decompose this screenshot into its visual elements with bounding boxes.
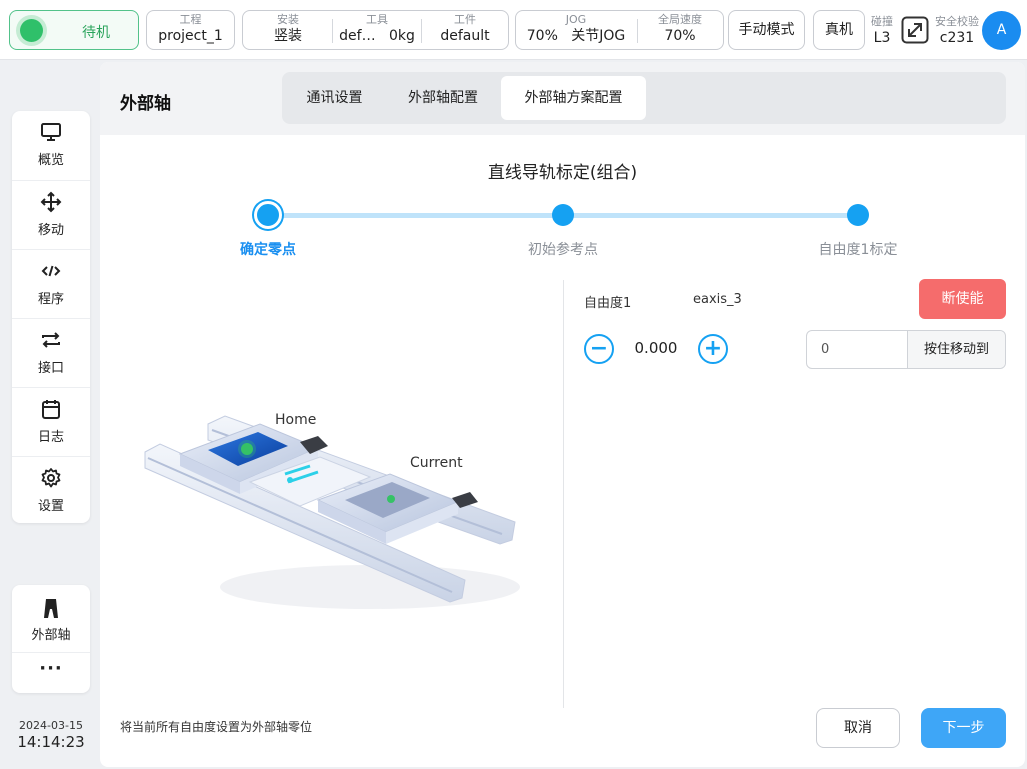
jog-speed-group[interactable]: JOG 70% 关节JOG 全局速度 70% bbox=[515, 10, 724, 50]
step-3-label: 自由度1标定 bbox=[818, 242, 898, 258]
jog-label: JOG bbox=[565, 13, 587, 26]
workpiece-cell[interactable]: 工件 default bbox=[421, 11, 509, 49]
install-label: 安装 bbox=[277, 13, 299, 26]
step-2-label: 初始参考点 bbox=[528, 242, 598, 258]
sidebar-item-label: 概览 bbox=[37, 153, 64, 168]
sidebar-item-overview[interactable]: 概览 bbox=[12, 111, 90, 180]
sidebar-item-interface[interactable]: 接口 bbox=[12, 318, 90, 387]
tool-value: def… 0kg bbox=[333, 28, 421, 45]
cancel-button[interactable]: 取消 bbox=[816, 708, 900, 748]
clock: 2024-03-15 14:14:23 bbox=[8, 719, 94, 751]
increment-button[interactable]: + bbox=[698, 334, 728, 364]
tool-cell[interactable]: 工具 def… 0kg bbox=[333, 11, 421, 49]
sidebar-item-program[interactable]: 程序 bbox=[12, 249, 90, 318]
step-2-dot bbox=[552, 204, 574, 226]
step-1-label: 确定零点 bbox=[240, 242, 296, 258]
exchange-icon bbox=[42, 332, 60, 348]
install-tool-workpiece-group[interactable]: 安装 竖装 工具 def… 0kg 工件 default bbox=[242, 10, 509, 50]
sidebar-item-external-axis[interactable]: 外部轴 bbox=[12, 585, 90, 653]
external-axis-icon bbox=[44, 599, 58, 618]
calendar-icon bbox=[42, 400, 60, 419]
safety-label: 安全校验 bbox=[935, 15, 979, 28]
hold-to-move-button[interactable]: 按住移动到 bbox=[907, 331, 1005, 368]
gear-icon bbox=[41, 468, 61, 488]
minus-icon: − bbox=[589, 336, 609, 361]
safety-check[interactable]: 安全校验 c231 bbox=[933, 13, 981, 46]
project-label: 工程 bbox=[179, 13, 202, 26]
sidebar-item-move[interactable]: 移动 bbox=[12, 180, 90, 249]
sidebar-item-label: 接口 bbox=[37, 361, 64, 376]
jog-value: 70% 关节JOG bbox=[516, 28, 636, 45]
jog-mode: 关节JOG bbox=[571, 28, 626, 44]
date-text: 2024-03-15 bbox=[19, 719, 83, 732]
tab-external-axis-scheme-config[interactable]: 外部轴方案配置 bbox=[501, 76, 646, 120]
plus-icon: + bbox=[703, 336, 723, 361]
step-1-dot bbox=[254, 201, 282, 229]
global-speed-value: 70% bbox=[664, 28, 696, 44]
content-divider bbox=[563, 280, 564, 708]
page-title: 外部轴 bbox=[120, 94, 171, 114]
step-3-dot bbox=[847, 204, 869, 226]
collision-label: 碰撞 bbox=[871, 15, 893, 28]
expand-icon[interactable] bbox=[901, 16, 929, 44]
move-to-group: 按住移动到 bbox=[806, 330, 1006, 369]
project-selector[interactable]: 工程 project_1 bbox=[146, 10, 235, 50]
user-avatar[interactable]: A bbox=[982, 11, 1021, 50]
global-speed-label: 全局速度 bbox=[658, 13, 702, 26]
jog-speed: 70% bbox=[526, 28, 558, 44]
main-panel: 外部轴 通讯设置 外部轴配置 外部轴方案配置 直线导轨标定(组合) 确定零点 初… bbox=[100, 62, 1025, 767]
install-cell[interactable]: 安装 竖装 bbox=[243, 11, 333, 49]
sidebar-item-label: 外部轴 bbox=[31, 628, 71, 643]
robot-status-indicator[interactable]: 待机 bbox=[9, 10, 139, 50]
sidebar-item-settings[interactable]: 设置 bbox=[12, 456, 90, 525]
tab-communication-settings[interactable]: 通讯设置 bbox=[294, 76, 375, 120]
hint-text: 将当前所有自由度设置为外部轴零位 bbox=[120, 720, 313, 734]
safety-value: c231 bbox=[939, 30, 975, 46]
global-speed-cell[interactable]: 全局速度 70% bbox=[637, 11, 723, 49]
target-position-input[interactable] bbox=[807, 331, 907, 368]
jog-cell[interactable]: JOG 70% 关节JOG bbox=[516, 11, 636, 49]
manual-mode-button[interactable]: 手动模式 bbox=[728, 10, 805, 50]
collision-level[interactable]: 碰撞 L3 bbox=[871, 13, 893, 46]
sidebar-item-label: 日志 bbox=[37, 430, 64, 445]
sidebar-item-label: 程序 bbox=[37, 292, 64, 307]
status-light-icon bbox=[20, 19, 43, 42]
tool-label: 工具 bbox=[366, 13, 388, 26]
monitor-icon bbox=[41, 123, 61, 141]
status-text: 待机 bbox=[82, 25, 110, 41]
sidebar-item-log[interactable]: 日志 bbox=[12, 387, 90, 456]
linear-rail-illustration bbox=[144, 415, 520, 609]
dof-value: 0.000 bbox=[634, 339, 678, 357]
workpiece-label: 工件 bbox=[454, 13, 476, 26]
tool-name: def… bbox=[339, 28, 376, 44]
tool-load: 0kg bbox=[388, 28, 415, 44]
panel-header: 外部轴 通讯设置 外部轴配置 外部轴方案配置 bbox=[100, 62, 1025, 135]
sidebar-nav: 概览 移动 程序 接口 日志 设置 bbox=[12, 111, 90, 523]
more-menu-button[interactable]: ··· bbox=[12, 654, 90, 693]
decrement-button[interactable]: − bbox=[584, 334, 614, 364]
tab-bar: 通讯设置 外部轴配置 外部轴方案配置 bbox=[282, 72, 1006, 124]
install-value: 竖装 bbox=[274, 28, 302, 44]
project-value: project_1 bbox=[158, 28, 223, 44]
real-machine-button[interactable]: 真机 bbox=[813, 10, 865, 50]
dof-label: 自由度1 bbox=[584, 296, 632, 311]
wizard-title: 直线导轨标定(组合) bbox=[487, 163, 638, 183]
top-status-bar: 待机 工程 project_1 安装 竖装 工具 def… 0kg 工件 def… bbox=[0, 0, 1027, 60]
time-text: 14:14:23 bbox=[17, 733, 85, 751]
next-step-button[interactable]: 下一步 bbox=[921, 708, 1006, 748]
current-label: Current bbox=[410, 455, 463, 471]
code-icon bbox=[41, 265, 61, 277]
move-arrows-icon bbox=[40, 191, 62, 213]
disable-button[interactable]: 断使能 bbox=[919, 279, 1006, 319]
collision-value: L3 bbox=[873, 30, 891, 46]
sidebar-item-label: 设置 bbox=[37, 499, 64, 514]
sidebar-item-label: 移动 bbox=[37, 223, 64, 238]
sidebar-secondary: 外部轴 ··· bbox=[12, 585, 90, 693]
axis-name: eaxis_3 bbox=[693, 292, 742, 307]
tab-external-axis-config[interactable]: 外部轴配置 bbox=[393, 76, 493, 120]
workpiece-value: default bbox=[440, 28, 490, 44]
home-label: Home bbox=[275, 412, 317, 428]
